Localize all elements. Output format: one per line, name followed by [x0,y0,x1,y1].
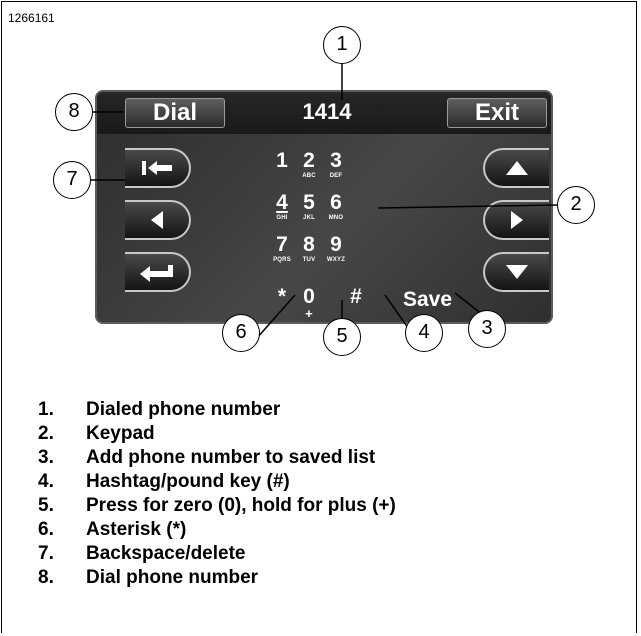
legend-text: Hashtag/pound key (#) [86,471,290,492]
legend-number: 8. [38,567,54,588]
legend-item: 5. Press for zero (0), hold for plus (+) [38,494,396,518]
callout-8: 8 [55,93,93,131]
legend-item: 7. Backspace/delete [38,542,396,566]
legend-item: 8. Dial phone number [38,566,396,590]
legend-item: 3. Add phone number to saved list [38,446,396,470]
legend-number: 1. [38,399,54,420]
legend-item: 1. Dialed phone number [38,398,396,422]
legend-text: Dialed phone number [86,399,281,420]
legend-number: 3. [38,447,54,468]
legend-text: Keypad [86,423,155,444]
callout-1: 1 [323,26,361,64]
legend-number: 6. [38,519,54,540]
legend-number: 7. [38,543,54,564]
callout-5: 5 [323,318,361,356]
callout-3: 3 [468,310,506,348]
legend-item: 2. Keypad [38,422,396,446]
callout-6: 6 [222,314,260,352]
callout-2: 2 [557,186,595,224]
legend-text: Backspace/delete [86,543,246,564]
legend-text: Add phone number to saved list [86,447,376,468]
legend-number: 5. [38,495,54,516]
legend-text: Asterisk (*) [86,519,187,540]
legend-item: 4. Hashtag/pound key (#) [38,470,396,494]
legend-number: 2. [38,423,54,444]
legend-text: Dial phone number [86,567,259,588]
legend-number: 4. [38,471,54,492]
legend: 1. Dialed phone number 2. Keypad 3. Add pho… [38,398,396,590]
callout-7: 7 [53,161,91,199]
legend-item: 6. Asterisk (*) [38,518,396,542]
callout-4: 4 [405,314,443,352]
legend-text: Press for zero (0), hold for plus (+) [86,495,396,516]
